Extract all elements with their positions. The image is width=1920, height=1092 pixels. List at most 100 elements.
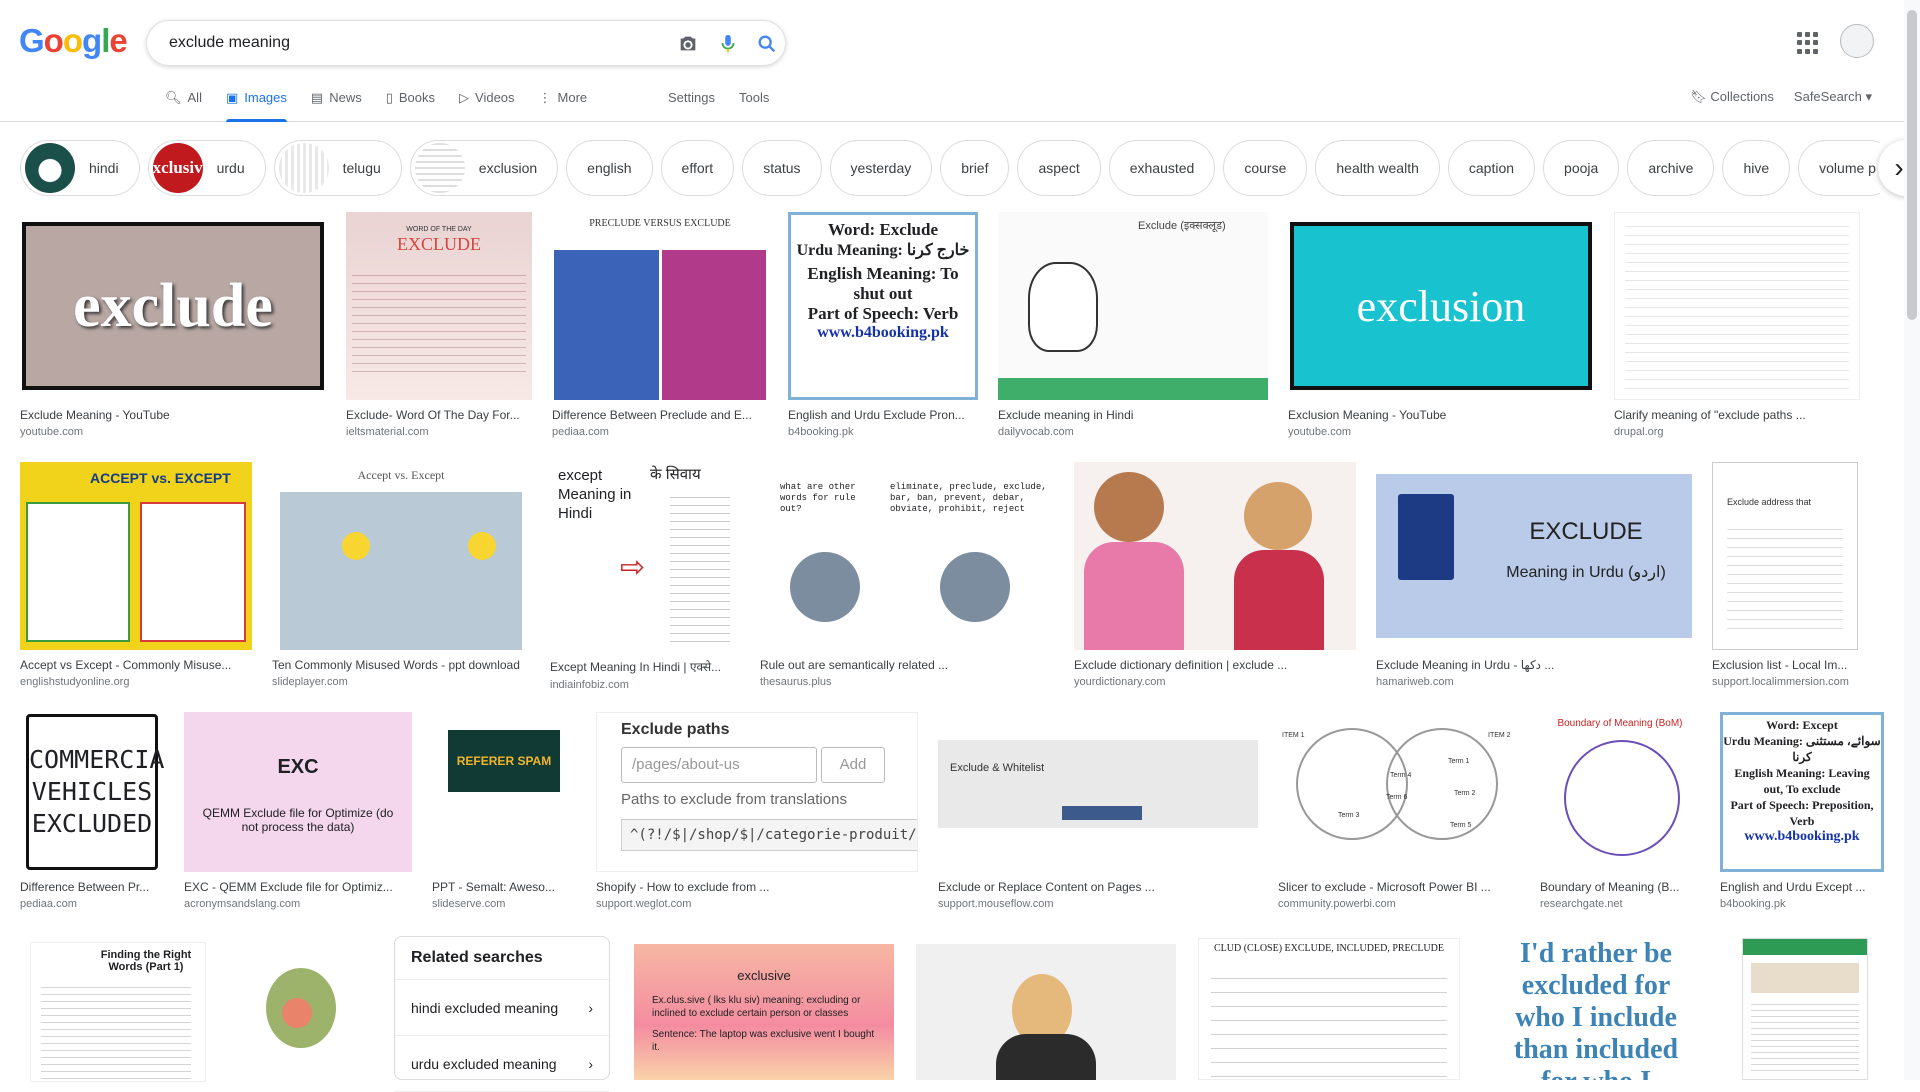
image-result[interactable] — [1742, 938, 1868, 1080]
related-search-item[interactable]: hindi excluded meaning › — [395, 980, 609, 1036]
tab-news[interactable]: ▤ News — [311, 90, 362, 122]
chip-thumbnail — [278, 143, 329, 193]
image-result[interactable]: Clarify meaning of "exclude paths ... dr… — [1614, 212, 1860, 438]
safesearch-link[interactable]: SafeSearch ▾ — [1794, 89, 1872, 105]
image-result[interactable]: Word: Exclude Urdu Meaning: خارج کرنا En… — [788, 212, 978, 438]
image-result[interactable]: REFERER SPAM PPT - Semalt: Aweso... slid… — [432, 712, 576, 910]
tab-more[interactable]: ⋮ More — [539, 90, 588, 122]
chip-telugu[interactable]: telugu — [273, 140, 402, 196]
image-result[interactable]: exclusion Exclusion Meaning - YouTube yo… — [1288, 212, 1594, 438]
tab-images[interactable]: ▣ Images — [225, 90, 287, 122]
result-source: ieltsmaterial.com — [346, 426, 429, 438]
image-result[interactable]: ITEM 1 ITEM 2 Term 1 Term 2 Term 3 Term … — [1278, 712, 1520, 910]
result-title: Accept vs Except - Commonly Misuse... — [20, 658, 232, 672]
google-logo[interactable]: Google — [19, 22, 128, 60]
search-box[interactable] — [146, 20, 786, 66]
result-title: Exclusion list - Local Im... — [1712, 658, 1848, 672]
search-input[interactable] — [167, 31, 637, 55]
tab-videos[interactable]: ▷ Videos — [459, 90, 515, 122]
related-search-item[interactable]: urdu excluded meaning › — [395, 1036, 609, 1092]
result-title: Exclude Meaning in Urdu - دکھا ... — [1376, 658, 1555, 672]
chip-caption[interactable]: caption — [1447, 140, 1536, 196]
image-result[interactable]: Exclude & Whitelist Exclude or Replace C… — [938, 712, 1258, 910]
image-result[interactable]: exclude Exclude Meaning - YouTube youtub… — [20, 212, 326, 438]
result-title: Exclude meaning in Hindi — [998, 408, 1134, 422]
image-result[interactable]: COMMERCIAL VEHICLES EXCLUDED Difference … — [20, 712, 164, 910]
chip-hive[interactable]: hive — [1722, 140, 1791, 196]
tab-books[interactable]: ▯ Books — [386, 90, 435, 122]
result-image — [916, 944, 1176, 1080]
result-image: EXCLUDE Meaning in Urdu (اردو) — [1376, 462, 1692, 650]
arrow-right-icon: ⇨ — [620, 551, 646, 584]
chip-english[interactable]: english — [566, 140, 653, 196]
right-links: 🔖︎ Collections SafeSearch ▾ — [1690, 89, 1872, 105]
results-row-3: COMMERCIAL VEHICLES EXCLUDED Difference … — [20, 712, 1884, 910]
chevron-right-icon: › — [588, 1055, 593, 1072]
chip-thumbnail: xclusiv — [152, 143, 203, 193]
chip-aspect[interactable]: aspect — [1017, 140, 1101, 196]
image-result[interactable]: CLUD (CLOSE) EXCLUDE, INCLUDED, PRECLUDE — [1198, 938, 1460, 1080]
image-result[interactable]: Accept vs. Except Ten Commonly Misused W… — [272, 462, 530, 691]
result-image: what are other words for rule out? elimi… — [760, 462, 1054, 650]
chip-health-wealth[interactable]: health wealth — [1315, 140, 1440, 196]
microphone-icon[interactable] — [717, 33, 739, 55]
result-title: Exclude or Replace Content on Pages ... — [938, 880, 1155, 894]
image-result[interactable]: Exclude dictionary definition | exclude … — [1074, 462, 1356, 691]
image-result[interactable]: ACCEPT vs. EXCEPT Accept vs Except - Com… — [20, 462, 252, 691]
chip-status[interactable]: status — [742, 140, 822, 196]
image-result[interactable]: I'd rather be excluded for who I include… — [1482, 938, 1710, 1080]
chip-yesterday[interactable]: yesterday — [829, 140, 933, 196]
result-title: Exclusion Meaning - YouTube — [1288, 408, 1447, 422]
tab-all[interactable]: 🔍︎ All — [165, 90, 202, 122]
image-result[interactable]: Exclude address that Exclusion list - Lo… — [1712, 462, 1858, 691]
chip-effort[interactable]: effort — [660, 140, 735, 196]
result-source: b4booking.pk — [1720, 898, 1786, 910]
search-icon[interactable] — [756, 33, 778, 55]
image-result[interactable]: Exclude (इक्सक्लूड) Exclude meaning in H… — [998, 212, 1268, 438]
image-result[interactable]: what are other words for rule out? elimi… — [760, 462, 1054, 691]
settings-link[interactable]: Settings — [668, 90, 715, 105]
result-image: Word: Exclude Urdu Meaning: خارج کرنا En… — [788, 212, 978, 400]
collections-link[interactable]: 🔖︎ Collections — [1690, 89, 1774, 105]
image-result[interactable] — [226, 942, 374, 1082]
result-image: ITEM 1 ITEM 2 Term 1 Term 2 Term 3 Term … — [1278, 712, 1520, 872]
scrollbar-thumb[interactable] — [1907, 10, 1917, 320]
image-result[interactable]: exclusive Ex.clus.sive ( lks klu siv) me… — [634, 944, 894, 1080]
chip-exclusion[interactable]: exclusion — [409, 140, 559, 196]
tools-link[interactable]: Tools — [739, 90, 769, 105]
result-title: English and Urdu Exclude Pron... — [788, 408, 965, 422]
image-result[interactable]: WORD OF THE DAY EXCLUDE Exclude- Word Of… — [346, 212, 532, 438]
camera-icon[interactable] — [677, 33, 699, 55]
image-result[interactable]: Finding the Right Words (Part 1) — [30, 942, 206, 1082]
image-result[interactable]: except Meaning in Hindi के सिवाय ⇨ Excep… — [550, 462, 740, 691]
result-source: b4booking.pk — [788, 426, 854, 438]
image-result[interactable]: Boundary of Meaning (BoM) Boundary of Me… — [1540, 712, 1700, 910]
avatar[interactable] — [1840, 24, 1874, 58]
chip-course[interactable]: course — [1223, 140, 1308, 196]
book-icon: ▯ — [385, 90, 393, 105]
image-result[interactable]: Exclude paths /pages/about-us Add Paths … — [596, 712, 918, 910]
apps-grid-icon[interactable] — [1797, 32, 1819, 54]
result-image: CLUD (CLOSE) EXCLUDE, INCLUDED, PRECLUDE — [1198, 938, 1460, 1080]
chip-volume[interactable]: volume p — [1798, 140, 1880, 196]
chip-archive[interactable]: archive — [1627, 140, 1715, 196]
result-source: youtube.com — [20, 426, 83, 438]
result-image: Exclude paths /pages/about-us Add Paths … — [596, 712, 918, 872]
chip-urdu[interactable]: xclusiv urdu — [147, 140, 266, 196]
image-result[interactable]: Word: Except Urdu Meaning: سوائے، مستثنی… — [1720, 712, 1884, 910]
image-result[interactable]: PRECLUDE VERSUS EXCLUDE Difference Betwe… — [552, 212, 768, 438]
result-title: Difference Between Pr... — [20, 880, 150, 894]
image-result[interactable]: EXCLUDE Meaning in Urdu (اردو) Exclude M… — [1376, 462, 1692, 691]
result-image: Exclude & Whitelist — [938, 712, 1258, 872]
result-image: Exclude address that — [1712, 462, 1858, 650]
chip-pooja[interactable]: pooja — [1543, 140, 1620, 196]
page-scrollbar[interactable] — [1904, 0, 1920, 1080]
image-result[interactable] — [916, 944, 1176, 1080]
image-result[interactable]: EXC QEMM Exclude file for Optimize (do n… — [184, 712, 412, 910]
result-image: exclusion — [1288, 212, 1594, 400]
chip-brief[interactable]: brief — [940, 140, 1010, 196]
result-source: support.mouseflow.com — [938, 898, 1054, 910]
chip-exhausted[interactable]: exhausted — [1108, 140, 1216, 196]
chip-hindi[interactable]: hindi — [20, 140, 140, 196]
result-source: hamariweb.com — [1376, 676, 1454, 688]
